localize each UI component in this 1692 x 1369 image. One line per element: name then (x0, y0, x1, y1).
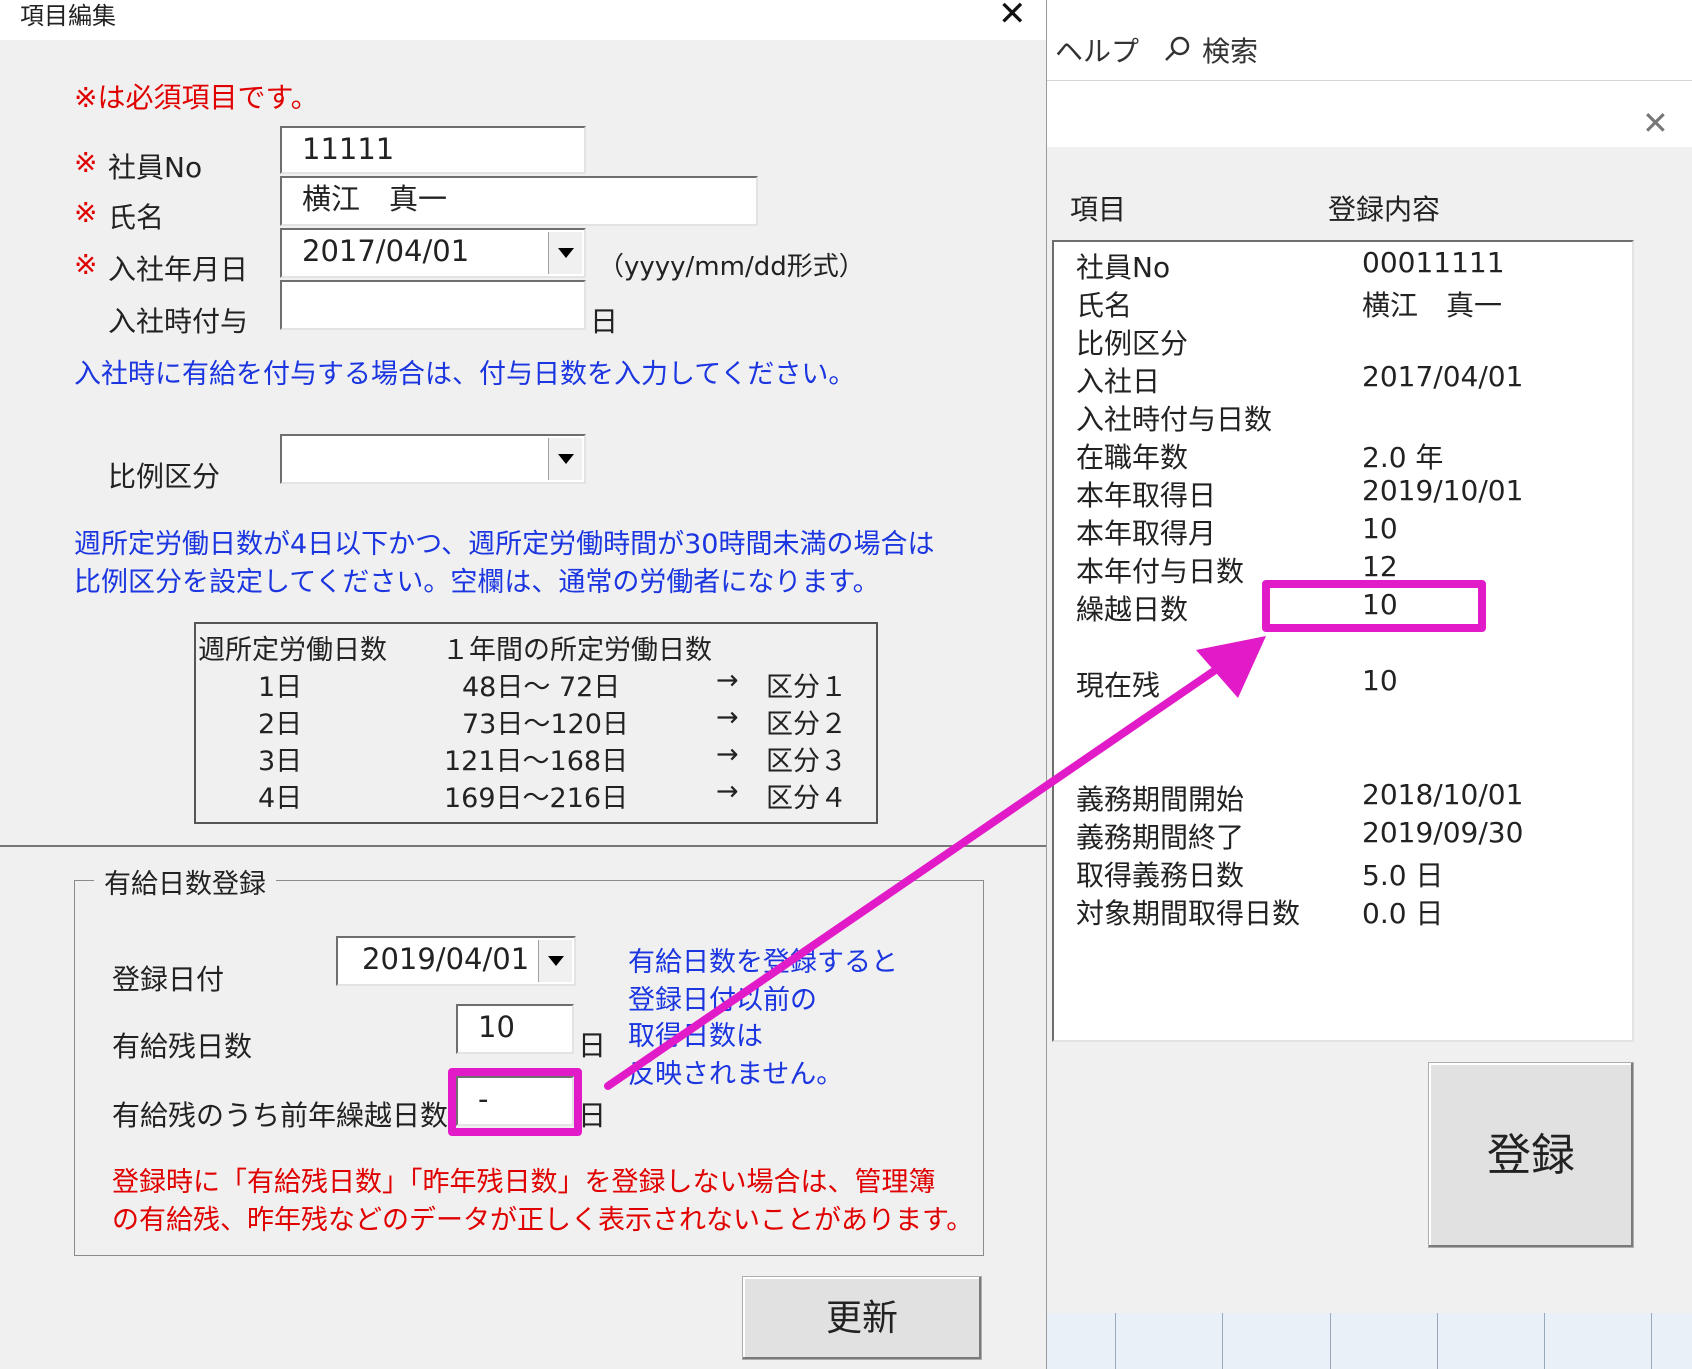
highlight-arrow (604, 636, 1266, 1090)
